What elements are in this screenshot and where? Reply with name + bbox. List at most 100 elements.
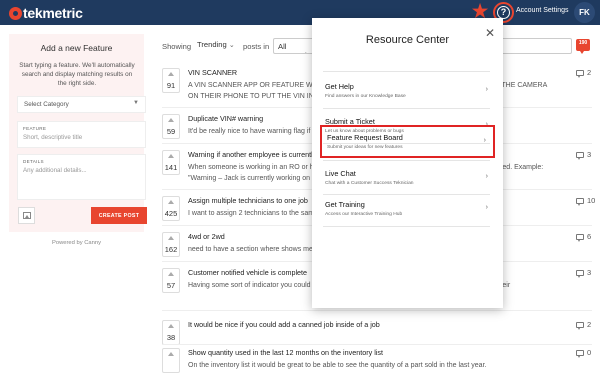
vote-count: 141 bbox=[164, 163, 178, 172]
chevron-down-icon: ⌄ bbox=[228, 42, 235, 49]
comment-count: 3 bbox=[576, 268, 592, 278]
comment-count: 2 bbox=[576, 320, 592, 330]
logo-mark-icon bbox=[9, 6, 22, 20]
upvote-arrow-icon bbox=[168, 272, 174, 276]
resource-center-title: Resource Center bbox=[365, 34, 450, 46]
vote-count: 59 bbox=[166, 127, 176, 136]
post-divider bbox=[162, 344, 592, 345]
vote-count: 425 bbox=[164, 209, 178, 218]
resource-item-description: Access our Interactive Training Hub bbox=[325, 212, 403, 217]
resource-center-panel: Resource Center ✕ Get Help Find answers … bbox=[312, 18, 503, 308]
upvote-button[interactable]: 57 bbox=[162, 268, 180, 293]
upvote-arrow-icon bbox=[168, 352, 174, 356]
upvote-button[interactable]: 91 bbox=[162, 68, 180, 93]
comment-count: 6 bbox=[576, 232, 592, 242]
upvote-button[interactable]: 141 bbox=[162, 150, 180, 175]
category-filter-value: All Categories bbox=[278, 42, 315, 53]
post-title[interactable]: 4wd or 2wd bbox=[188, 232, 225, 241]
create-post-button[interactable]: CREATE POST bbox=[91, 207, 147, 224]
attach-image-button[interactable] bbox=[18, 207, 35, 224]
upvote-arrow-icon bbox=[168, 236, 174, 240]
chevron-right-icon: › bbox=[485, 173, 488, 180]
comment-count-value: 6 bbox=[587, 232, 592, 241]
comment-icon bbox=[576, 151, 584, 160]
divider bbox=[323, 226, 490, 227]
comment-icon bbox=[576, 269, 584, 278]
post-title[interactable]: It would be nice if you could add a cann… bbox=[188, 320, 380, 329]
post-title[interactable]: Duplicate VIN# warning bbox=[188, 114, 263, 123]
posts-in-label: posts in bbox=[243, 42, 270, 51]
search-input[interactable] bbox=[497, 38, 572, 54]
tekmetric-logo[interactable]: tekmetric bbox=[9, 5, 83, 21]
comment-count-value: 0 bbox=[587, 348, 592, 357]
resource-item-description: Submit your ideas for new features bbox=[327, 145, 403, 150]
resource-item-live-chat[interactable]: Live Chat Chat with a Customer Success T… bbox=[320, 163, 495, 193]
resource-item-feature-request-board[interactable]: Feature Request Board Submit your ideas … bbox=[320, 125, 495, 158]
comment-count-value: 10 bbox=[587, 196, 596, 205]
comment-count: 3 bbox=[576, 150, 592, 160]
post-title[interactable]: Assign multiple technicians to one job bbox=[188, 196, 308, 205]
upvote-button[interactable] bbox=[162, 348, 180, 373]
account-settings-link[interactable]: Account Settings bbox=[516, 7, 569, 14]
top-navigation-bar: tekmetric ★ ? Account Settings FK bbox=[0, 0, 600, 25]
post-title[interactable]: Show quantity used in the last 12 months… bbox=[188, 348, 383, 357]
resource-item-get-help[interactable]: Get Help Find answers in our Knowledge B… bbox=[320, 76, 495, 106]
feature-placeholder: Short, descriptive title bbox=[23, 134, 83, 141]
resource-item-description: Find answers in our Knowledge Base bbox=[325, 94, 406, 99]
resource-item-title: Get Training bbox=[325, 200, 365, 209]
comment-count: 0 bbox=[576, 348, 592, 358]
upvote-arrow-icon bbox=[168, 154, 174, 158]
category-select[interactable]: Select Category ▼ bbox=[17, 96, 146, 113]
divider bbox=[323, 108, 490, 109]
comment-count: 2 bbox=[576, 68, 592, 78]
chevron-right-icon: › bbox=[485, 204, 488, 211]
comment-icon bbox=[576, 349, 584, 358]
upvote-arrow-icon bbox=[168, 72, 174, 76]
details-placeholder: Any additional details... bbox=[23, 167, 87, 174]
upvote-button[interactable]: 425 bbox=[162, 196, 180, 221]
sort-value: Trending bbox=[197, 40, 227, 49]
resource-item-get-training[interactable]: Get Training Access our Interactive Trai… bbox=[320, 194, 495, 224]
vote-count: 162 bbox=[164, 245, 178, 254]
divider bbox=[323, 160, 490, 161]
user-avatar[interactable]: FK bbox=[574, 2, 595, 23]
comment-count-value: 3 bbox=[587, 268, 592, 277]
comment-icon bbox=[576, 233, 584, 242]
post-title[interactable]: Customer notified vehicle is complete bbox=[188, 268, 307, 277]
new-feature-title: Add a new Feature bbox=[40, 43, 113, 53]
vote-count: 38 bbox=[166, 333, 176, 342]
comment-count-value: 3 bbox=[587, 150, 592, 159]
powered-by-canny[interactable]: Powered by Canny bbox=[9, 240, 144, 246]
comment-count: 10 bbox=[576, 196, 596, 206]
details-label: DETAILS bbox=[23, 159, 44, 164]
post-description: On the inventory list it would be great … bbox=[188, 362, 487, 369]
vote-count: 91 bbox=[166, 81, 176, 90]
post-divider bbox=[162, 310, 592, 311]
category-select-value: Select Category bbox=[24, 101, 69, 108]
upvote-button[interactable]: 59 bbox=[162, 114, 180, 139]
post-title[interactable]: VIN SCANNER bbox=[188, 68, 237, 77]
resource-item-title: Live Chat bbox=[325, 169, 356, 178]
feature-label: FEATURE bbox=[23, 126, 47, 131]
new-feature-description: Start typing a feature. We'll automatica… bbox=[19, 62, 135, 87]
feature-title-field[interactable]: FEATURE Short, descriptive title bbox=[17, 121, 146, 148]
details-field[interactable]: DETAILS Any additional details... bbox=[17, 154, 146, 200]
notification-badge[interactable]: 190 bbox=[576, 39, 590, 54]
chevron-down-icon: ▼ bbox=[133, 100, 139, 106]
sort-dropdown[interactable]: Trending ⌄ bbox=[197, 40, 235, 49]
comment-count-value: 2 bbox=[587, 320, 592, 329]
upvote-arrow-icon bbox=[168, 324, 174, 328]
resource-item-title: Feature Request Board bbox=[327, 133, 403, 142]
upvote-arrow-icon bbox=[168, 200, 174, 204]
new-feature-panel: Add a new Feature Start typing a feature… bbox=[9, 34, 147, 232]
close-icon[interactable]: ✕ bbox=[485, 27, 495, 39]
showing-label: Showing bbox=[162, 42, 192, 51]
image-icon bbox=[22, 212, 31, 219]
upvote-button[interactable]: 38 bbox=[162, 320, 180, 345]
resource-item-title: Get Help bbox=[325, 82, 354, 91]
chevron-right-icon: › bbox=[483, 137, 486, 144]
upvote-button[interactable]: 162 bbox=[162, 232, 180, 257]
divider bbox=[323, 71, 490, 72]
logo-text: tekmetric bbox=[23, 5, 83, 21]
comment-count-value: 2 bbox=[587, 68, 592, 77]
